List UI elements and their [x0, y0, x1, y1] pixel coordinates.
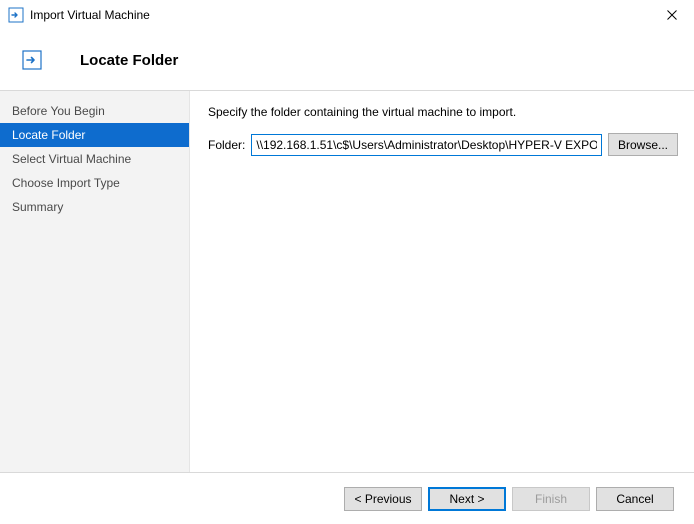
- instruction-text: Specify the folder containing the virtua…: [208, 105, 678, 119]
- folder-label: Folder:: [208, 138, 245, 152]
- page-title: Locate Folder: [80, 52, 178, 69]
- wizard-footer: < Previous Next > Finish Cancel: [0, 472, 694, 524]
- content-pane: Specify the folder containing the virtua…: [190, 91, 694, 472]
- folder-row: Folder: Browse...: [208, 133, 678, 156]
- close-button[interactable]: [650, 0, 694, 30]
- wizard-body: Before You Begin Locate Folder Select Vi…: [0, 91, 694, 472]
- sidebar: Before You Begin Locate Folder Select Vi…: [0, 91, 190, 472]
- browse-button[interactable]: Browse...: [608, 133, 678, 156]
- window-title: Import Virtual Machine: [30, 8, 650, 22]
- titlebar: Import Virtual Machine: [0, 0, 694, 30]
- import-app-icon: [8, 7, 24, 23]
- sidebar-item-import-type[interactable]: Choose Import Type: [0, 171, 189, 195]
- cancel-button[interactable]: Cancel: [596, 487, 674, 511]
- folder-input[interactable]: [251, 134, 602, 156]
- previous-button[interactable]: < Previous: [344, 487, 422, 511]
- sidebar-item-locate-folder[interactable]: Locate Folder: [0, 123, 189, 147]
- sidebar-item-before-you-begin[interactable]: Before You Begin: [0, 99, 189, 123]
- wizard-header: Locate Folder: [0, 30, 694, 90]
- sidebar-item-summary[interactable]: Summary: [0, 195, 189, 219]
- next-button[interactable]: Next >: [428, 487, 506, 511]
- import-header-icon: [22, 50, 42, 70]
- sidebar-item-select-vm[interactable]: Select Virtual Machine: [0, 147, 189, 171]
- finish-button: Finish: [512, 487, 590, 511]
